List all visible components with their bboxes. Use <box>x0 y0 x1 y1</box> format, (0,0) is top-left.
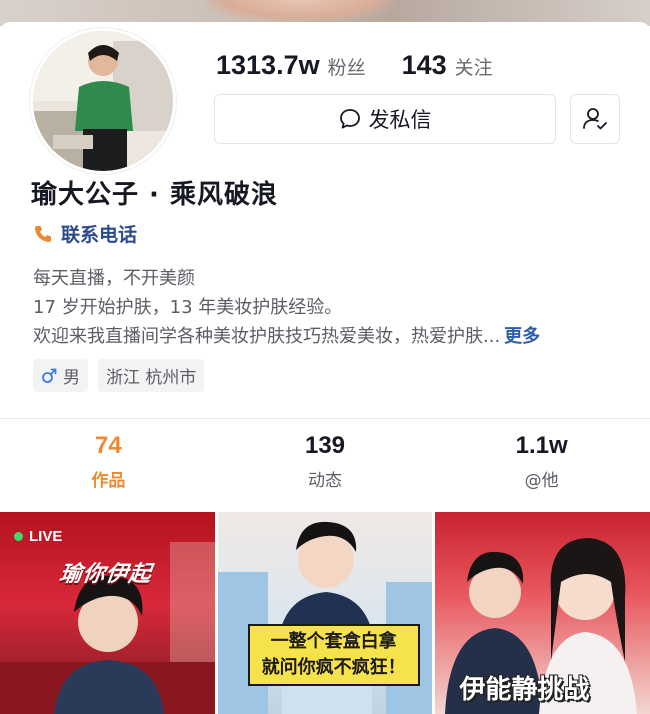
gender-tag-label: 男 <box>63 368 80 388</box>
live-badge-label: LIVE <box>29 528 63 545</box>
caption-line: 一整个套盒白拿 <box>270 631 397 652</box>
tab-count: 1.1w <box>515 432 568 459</box>
phone-icon <box>35 225 51 242</box>
chat-bubble-icon <box>339 109 360 129</box>
tab-works[interactable]: 74 作品 <box>0 432 217 491</box>
gender-tag: 男 <box>33 359 88 392</box>
send-message-label: 发私信 <box>368 108 432 132</box>
tab-mentions[interactable]: 1.1w @他 <box>433 432 650 491</box>
video-thumbnail[interactable]: 一整个套盒白拿 就问你疯不疯狂！ <box>217 512 433 714</box>
following-count[interactable]: 143 <box>402 50 447 81</box>
location-tag: 浙江 杭州市 <box>98 359 205 392</box>
followers-label[interactable]: 粉丝 <box>328 53 366 80</box>
send-message-button[interactable]: 发私信 <box>214 94 556 144</box>
location-tag-label: 浙江 杭州市 <box>106 368 197 388</box>
video-caption: 一整个套盒白拿 就问你疯不疯狂！ <box>247 624 420 686</box>
follow-button[interactable] <box>570 94 620 144</box>
avatar[interactable] <box>30 28 176 174</box>
bio-line: 每天直播，不开美颜 <box>33 268 195 289</box>
video-thumbnail[interactable]: 伊能静挑战 <box>435 512 650 714</box>
bio: 每天直播，不开美颜 17 岁开始护肤，13 年美妆护肤经验。 欢迎来我直播间学各… <box>33 264 633 351</box>
tab-posts[interactable]: 139 动态 <box>217 432 434 491</box>
tab-label: 动态 <box>308 471 342 491</box>
profile-card: 1313.7w 粉丝 143 关注 发私信 瑜大公子 · 乘风破浪 联系电话 每… <box>0 22 650 442</box>
bio-more-link[interactable]: 更多 <box>504 326 540 347</box>
male-icon <box>42 368 57 383</box>
profile-tabs: 74 作品 139 动态 1.1w @他 <box>0 432 650 491</box>
video-thumbnail[interactable]: LIVE 瑜你伊起 <box>0 512 215 714</box>
tab-count: 139 <box>304 432 346 459</box>
contact-phone-link[interactable]: 联系电话 <box>33 220 137 247</box>
followers-count[interactable]: 1313.7w <box>216 50 320 81</box>
video-grid: LIVE 瑜你伊起 一整个套盒白拿 就问你疯不疯狂！ 伊能静挑战 <box>0 512 650 714</box>
avatar-photo <box>33 31 173 171</box>
profile-tags: 男 浙江 杭州市 <box>33 359 214 392</box>
contact-label: 联系电话 <box>61 224 138 246</box>
bio-line: 欢迎来我直播间学各种美妆护肤技巧热爱美妆，热爱护肤... <box>33 326 501 347</box>
tab-count: 74 <box>94 432 122 459</box>
bio-line: 17 岁开始护肤，13 年美妆护肤经验。 <box>33 297 343 318</box>
stats-row: 1313.7w 粉丝 143 关注 <box>216 50 529 81</box>
tab-label: @他 <box>524 471 559 491</box>
bio-line-last: 欢迎来我直播间学各种美妆护肤技巧热爱美妆，热爱护肤... 更多 <box>33 322 633 351</box>
banner-photo <box>205 0 395 22</box>
live-badge: LIVE <box>14 528 62 545</box>
tab-label: 作品 <box>91 471 126 491</box>
live-dot-icon <box>14 532 23 541</box>
nickname: 瑜大公子 · 乘风破浪 <box>31 180 278 210</box>
section-divider <box>0 418 650 419</box>
video-title: 瑜你伊起 <box>57 562 154 587</box>
user-check-icon <box>583 108 607 130</box>
caption-line: 就问你疯不疯狂！ <box>261 657 406 678</box>
video-caption: 伊能静挑战 <box>459 675 590 705</box>
following-label[interactable]: 关注 <box>455 53 493 80</box>
